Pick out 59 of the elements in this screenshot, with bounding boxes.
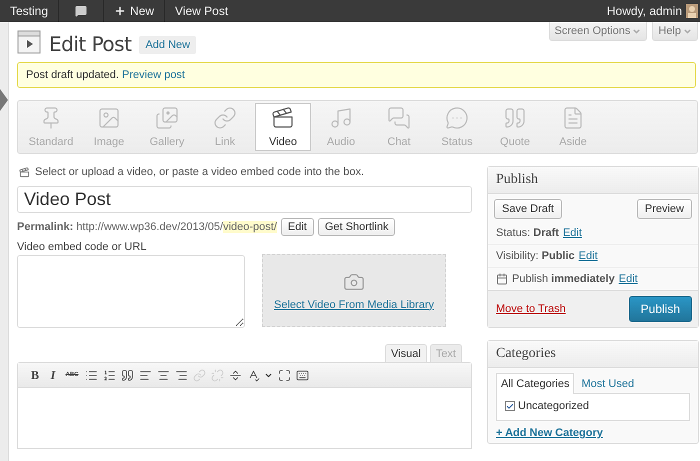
title-field[interactable]: Video Post bbox=[17, 186, 472, 213]
preview-button[interactable]: Preview bbox=[636, 199, 692, 219]
post-format-tab[interactable]: Video bbox=[255, 103, 311, 151]
image-icon bbox=[97, 106, 121, 130]
edit-button[interactable]: Edit bbox=[280, 218, 314, 236]
caret-icon bbox=[683, 26, 692, 36]
quote-icon[interactable] bbox=[120, 368, 134, 382]
edit-link[interactable]: Edit bbox=[578, 250, 598, 262]
caret-icon bbox=[632, 26, 642, 36]
help-button[interactable]: Help bbox=[652, 22, 698, 41]
permalink: Permalink: http://www.wp36.dev/2013/05/video-post/ bbox=[17, 221, 277, 233]
preview-post-link[interactable]: Preview post bbox=[122, 69, 185, 81]
category-tab[interactable]: All Categories bbox=[496, 373, 574, 394]
speech-bubbles-icon bbox=[387, 106, 411, 130]
speech-bubble-icon bbox=[445, 106, 469, 130]
keyboard-icon[interactable] bbox=[295, 368, 309, 382]
music-note-icon bbox=[329, 106, 353, 130]
view-post-link[interactable]: View Post bbox=[165, 0, 238, 22]
embed-label: Video embed code or URL bbox=[17, 241, 148, 253]
editor-tab[interactable]: Visual bbox=[385, 344, 427, 362]
move-to-trash-link[interactable]: Move to Trash bbox=[496, 303, 566, 315]
get-shortlink-button[interactable]: Get Shortlink bbox=[318, 218, 396, 236]
edit-link[interactable]: Edit bbox=[562, 227, 582, 239]
notice-text: Post draft updated. bbox=[26, 69, 120, 81]
checkbox[interactable] bbox=[505, 401, 515, 411]
add-new-link[interactable]: Add New bbox=[139, 36, 196, 54]
comment-icon[interactable] bbox=[75, 5, 88, 17]
screen-options-button[interactable]: Screen Options bbox=[548, 22, 648, 41]
clapperboard-icon bbox=[17, 30, 41, 54]
numbered-list-icon[interactable] bbox=[102, 368, 116, 382]
publish-button[interactable]: Publish bbox=[628, 296, 692, 322]
clapperboard-icon bbox=[271, 106, 295, 130]
gallery-icon bbox=[155, 106, 179, 130]
category-tab[interactable]: Most Used bbox=[576, 373, 640, 394]
publish-setting: Status: Draft bbox=[496, 227, 559, 239]
publish-setting: Publish immediately bbox=[512, 273, 615, 285]
add-category-link[interactable]: + Add New Category bbox=[496, 427, 690, 439]
menu-arrow-icon bbox=[0, 89, 8, 111]
italic-button[interactable]: I bbox=[46, 368, 60, 382]
page-title: Edit Post bbox=[49, 32, 132, 56]
more-tag-icon[interactable] bbox=[228, 368, 242, 382]
save-draft-button[interactable]: Save Draft bbox=[494, 199, 562, 219]
bold-button[interactable]: B bbox=[28, 368, 42, 382]
format-hint: Select or upload a video, or paste a video embed code into the box. bbox=[35, 166, 364, 178]
clapperboard-icon bbox=[19, 166, 30, 178]
category-label: Uncategorized bbox=[518, 400, 589, 412]
publish-setting: Visibility: Public bbox=[496, 250, 575, 262]
panel-title: Publish bbox=[488, 167, 698, 194]
greeting[interactable]: Howdy, admin bbox=[606, 4, 682, 18]
plus-icon[interactable] bbox=[114, 5, 126, 17]
embed-field[interactable] bbox=[17, 255, 245, 328]
fullscreen-icon[interactable] bbox=[277, 368, 291, 382]
calendar-icon bbox=[496, 273, 508, 285]
edit-link[interactable]: Edit bbox=[618, 273, 638, 285]
quote-icon bbox=[503, 106, 527, 130]
new-menu[interactable]: New bbox=[130, 4, 154, 18]
panel-title: Categories bbox=[488, 341, 698, 368]
media-library-link[interactable]: Select Video From Media Library bbox=[274, 298, 434, 310]
chain-link-icon bbox=[213, 106, 237, 130]
